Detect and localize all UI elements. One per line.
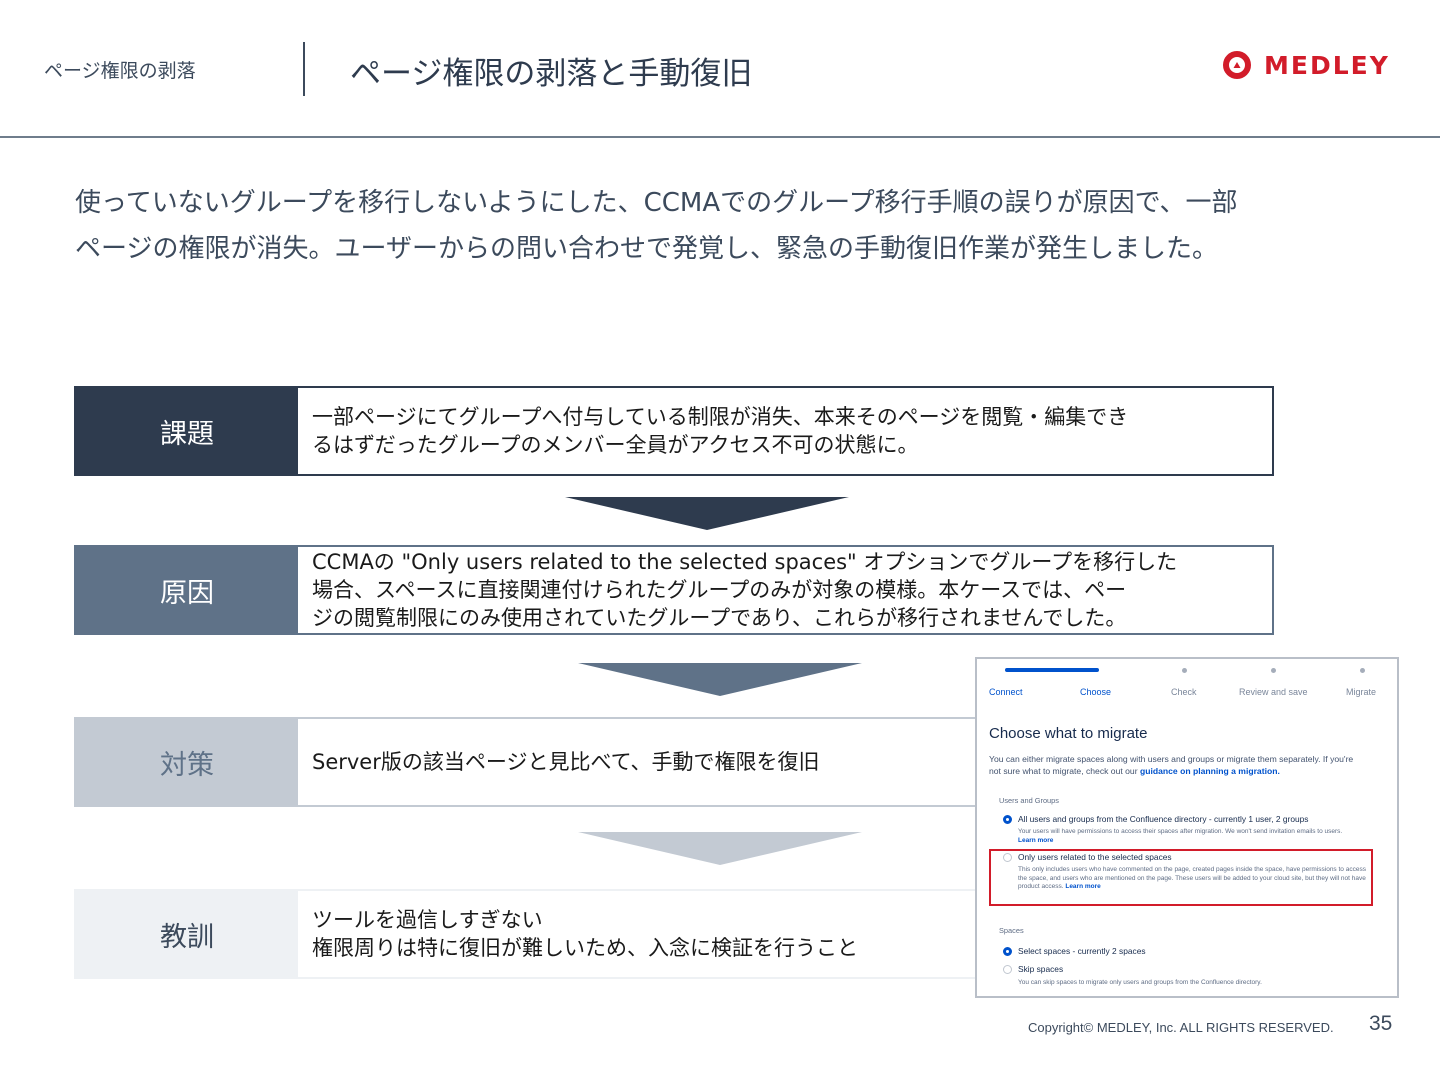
- page-number: 35: [1369, 1012, 1393, 1035]
- cause-line: ジの閲覧制限にのみ使用されていたグループであり、これらが移行されませんでした。: [312, 606, 1127, 630]
- option-select-spaces-title: Select spaces - currently 2 spaces: [1018, 946, 1146, 956]
- option-skip-spaces-title: Skip spaces: [1018, 964, 1064, 974]
- lesson-label: 教訓: [76, 891, 298, 977]
- shot-description: You can either migrate spaces along with…: [989, 753, 1389, 777]
- step-dot: [1271, 668, 1276, 673]
- issue-body: 一部ページにてグループへ付与している制限が消失、本来そのページを閲覧・編集でき …: [298, 388, 1272, 474]
- copyright: Copyright© MEDLEY, Inc. ALL RIGHTS RESER…: [1028, 1020, 1334, 1035]
- shot-title: Choose what to migrate: [989, 725, 1148, 742]
- option-related-users-title: Only users related to the selected space…: [1018, 852, 1172, 862]
- step-review: Review and save: [1239, 687, 1308, 697]
- radio-skip-spaces: [1003, 965, 1012, 974]
- header-rule: [0, 136, 1440, 138]
- shot-desc-text: not sure what to migrate, check out our: [989, 766, 1140, 776]
- option-skip-spaces-desc: You can skip spaces to migrate only user…: [1018, 979, 1262, 986]
- step-connect: Connect: [989, 687, 1023, 697]
- lead-line: 使っていないグループを移行しないようにした、CCMAでのグループ移行手順の誤りが…: [75, 188, 1238, 218]
- cause-line: CCMAの "Only users related to the selecte…: [312, 550, 1178, 574]
- lead-paragraph: 使っていないグループを移行しないようにした、CCMAでのグループ移行手順の誤りが…: [75, 180, 1375, 272]
- radio-related-users: [1003, 853, 1012, 862]
- medley-logo-icon: [1223, 51, 1251, 79]
- spaces-heading: Spaces: [999, 926, 1024, 935]
- shot-desc-line: You can either migrate spaces along with…: [989, 754, 1354, 764]
- cause-row: 原因 CCMAの "Only users related to the sele…: [74, 545, 1274, 635]
- shot-desc-line: not sure what to migrate, check out our …: [989, 765, 1389, 777]
- header-divider: [303, 42, 305, 96]
- measure-label: 対策: [76, 719, 298, 805]
- cause-body: CCMAの "Only users related to the selecte…: [298, 547, 1272, 633]
- learn-more-link: Learn more: [1018, 836, 1054, 844]
- migration-stepper: Connect Choose Check Review and save Mig…: [977, 659, 1397, 705]
- medley-logo: MEDLEY: [1222, 50, 1390, 80]
- option-all-users-desc-text: Your users will have permissions to acce…: [1018, 828, 1343, 835]
- logo-text: MEDLEY: [1264, 50, 1390, 80]
- down-arrow-icon: [565, 497, 849, 530]
- users-groups-heading: Users and Groups: [999, 796, 1059, 805]
- step-check: Check: [1171, 687, 1197, 697]
- step-progress-bar: [1005, 668, 1099, 672]
- step-migrate: Migrate: [1346, 687, 1377, 697]
- option-related-users-desc: This only includes users who have commen…: [1018, 866, 1373, 892]
- step-choose: Choose: [1080, 687, 1112, 697]
- down-arrow-icon: [578, 832, 862, 865]
- issue-line: 一部ページにてグループへ付与している制限が消失、本来そのページを閲覧・編集でき: [312, 405, 1129, 429]
- cause-line: 場合、スペースに直接関連付けられたグループのみが対象の模様。本ケースでは、ペー: [312, 578, 1127, 602]
- down-arrow-icon: [578, 663, 862, 696]
- issue-line: るはずだったグループのメンバー全員がアクセス不可の状態に。: [312, 433, 919, 457]
- ccma-screenshot: Connect Choose Check Review and save Mig…: [975, 657, 1399, 998]
- section-label: ページ権限の剥落: [44, 60, 196, 82]
- guidance-link: guidance on planning a migration.: [1139, 766, 1280, 776]
- cause-label: 原因: [76, 547, 298, 633]
- option-all-users-desc: Your users will have permissions to acce…: [1018, 828, 1373, 845]
- option-all-users-title: All users and groups from the Confluence…: [1018, 814, 1309, 824]
- issue-row: 課題 一部ページにてグループへ付与している制限が消失、本来そのページを閲覧・編集…: [74, 386, 1274, 476]
- issue-label: 課題: [76, 388, 298, 474]
- step-dot: [1360, 668, 1365, 673]
- radio-select-spaces: [1003, 947, 1012, 956]
- learn-more-link: Learn more: [1065, 883, 1101, 891]
- lead-line: ページの権限が消失。ユーザーからの問い合わせで発覚し、緊急の手動復旧作業が発生し…: [75, 234, 1218, 264]
- page-title: ページ権限の剥落と手動復旧: [350, 56, 753, 92]
- radio-all-users: [1003, 815, 1012, 824]
- step-dot: [1182, 668, 1187, 673]
